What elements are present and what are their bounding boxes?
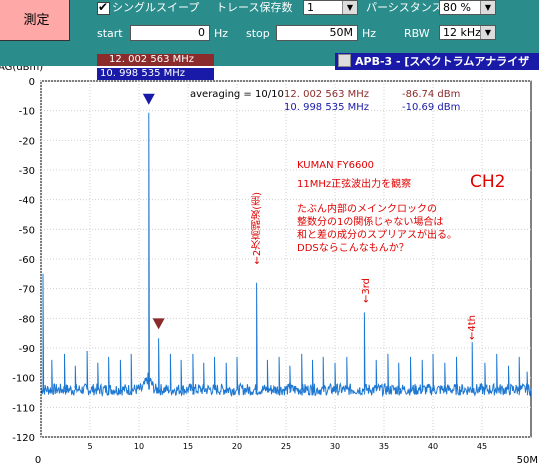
x-tick-label: 40 bbox=[428, 442, 438, 451]
x-tick-label: 5 bbox=[87, 442, 92, 451]
start-input[interactable]: 0 bbox=[130, 25, 210, 41]
note-line-4: DDSならこんなもんか？ bbox=[297, 243, 409, 254]
stop-label: stop bbox=[246, 27, 270, 40]
x-tick-label: 30 bbox=[330, 442, 340, 451]
single-sweep-label: シングルスイープ bbox=[112, 1, 200, 14]
measure-button[interactable]: 測定 bbox=[0, 0, 70, 41]
trace-save-value: 1 bbox=[307, 1, 314, 14]
x-tick-label: 0 bbox=[35, 455, 41, 466]
x-tick-label: 15 bbox=[183, 442, 193, 451]
app-icon[interactable] bbox=[338, 54, 351, 67]
marker2-frequency-readout: 10. 998 535 MHz bbox=[284, 102, 370, 113]
note-line-2: 整数分の1の関係じゃない場合は bbox=[297, 217, 444, 228]
window-title: APB-3 - [スペクトラムアナライザ bbox=[355, 55, 530, 68]
marker1-frequency-badge[interactable]: 12. 002 563 MHz bbox=[97, 54, 214, 66]
stop-unit: Hz bbox=[362, 27, 377, 40]
y-tick-label: 0 bbox=[29, 77, 35, 88]
trace-save-label: トレース保存数 bbox=[216, 1, 293, 14]
single-sweep-checkbox[interactable]: ✔ bbox=[97, 0, 110, 15]
persistence-value: 80 % bbox=[443, 1, 471, 14]
stop-input[interactable]: 50M bbox=[276, 25, 358, 41]
note-line-1: たぶん内部のメインクロックの bbox=[297, 204, 437, 215]
x-axis-end-label: 50M bbox=[517, 455, 538, 466]
rbw-value: 12 kHz bbox=[443, 26, 481, 39]
y-tick-label: -90 bbox=[19, 344, 35, 355]
trace-save-select[interactable]: 1 ▼ bbox=[303, 0, 358, 15]
output-annotation: 11MHz正弦波出力を観察 bbox=[297, 179, 412, 190]
rbw-select[interactable]: 12 kHz ▼ bbox=[439, 25, 496, 40]
harmonic4-annotation: ←4th bbox=[467, 315, 478, 340]
persistence-select[interactable]: 80 % ▼ bbox=[439, 0, 496, 15]
x-tick-label: 20 bbox=[232, 442, 242, 451]
chevron-down-icon[interactable]: ▼ bbox=[480, 1, 495, 14]
start-label: start bbox=[97, 27, 123, 40]
x-tick-label: 25 bbox=[281, 442, 291, 451]
device-annotation: KUMAN FY6600 bbox=[297, 160, 375, 171]
x-tick-label: 35 bbox=[379, 442, 389, 451]
harmonic3-annotation: ←3rd bbox=[361, 278, 372, 304]
check-mark-icon: ✔ bbox=[98, 0, 109, 14]
marker1-level-readout: -86.74 dBm bbox=[402, 89, 461, 100]
y-tick-label: -40 bbox=[19, 196, 35, 207]
persistence-label: パーシスタンス bbox=[366, 1, 443, 14]
marker1-frequency-readout: 12. 002 563 MHz bbox=[284, 89, 370, 100]
y-tick-label: -100 bbox=[12, 374, 35, 385]
x-tick-label: 45 bbox=[477, 442, 487, 451]
spectrum-plot: 0 -10 -20 -30 -40 -50 -60 -70 -80 -90 -100 -110 -120… bbox=[0, 62, 538, 466]
start-unit: Hz bbox=[214, 27, 229, 40]
rbw-label: RBW bbox=[404, 27, 430, 40]
y-tick-label: -70 bbox=[19, 285, 35, 296]
y-tick-label: -110 bbox=[12, 403, 35, 414]
chevron-down-icon[interactable]: ▼ bbox=[480, 26, 495, 39]
y-tick-label: -120 bbox=[12, 433, 35, 444]
y-tick-label: -20 bbox=[19, 136, 35, 147]
y-tick-label: -50 bbox=[19, 225, 35, 236]
window-title-bar[interactable]: APB-3 - [スペクトラムアナライザ bbox=[335, 53, 539, 70]
harmonic2-annotation: ←2次高調波(歪) bbox=[252, 192, 263, 265]
marker2-level-readout: -10.69 dBm bbox=[402, 102, 461, 113]
note-line-3: 和と差の成分のスプリアスが出る。 bbox=[297, 230, 457, 241]
chevron-down-icon[interactable]: ▼ bbox=[342, 1, 357, 14]
marker2-frequency-badge[interactable]: 10. 998 535 MHz bbox=[97, 68, 214, 80]
x-tick-label: 10 bbox=[134, 442, 144, 451]
y-tick-label: -10 bbox=[19, 107, 35, 118]
channel-annotation: CH2 bbox=[470, 172, 506, 192]
averaging-readout: averaging = 10/10 bbox=[190, 89, 284, 100]
y-tick-label: -60 bbox=[19, 255, 35, 266]
y-tick-label: -80 bbox=[19, 314, 35, 325]
y-tick-label: -30 bbox=[19, 166, 35, 177]
